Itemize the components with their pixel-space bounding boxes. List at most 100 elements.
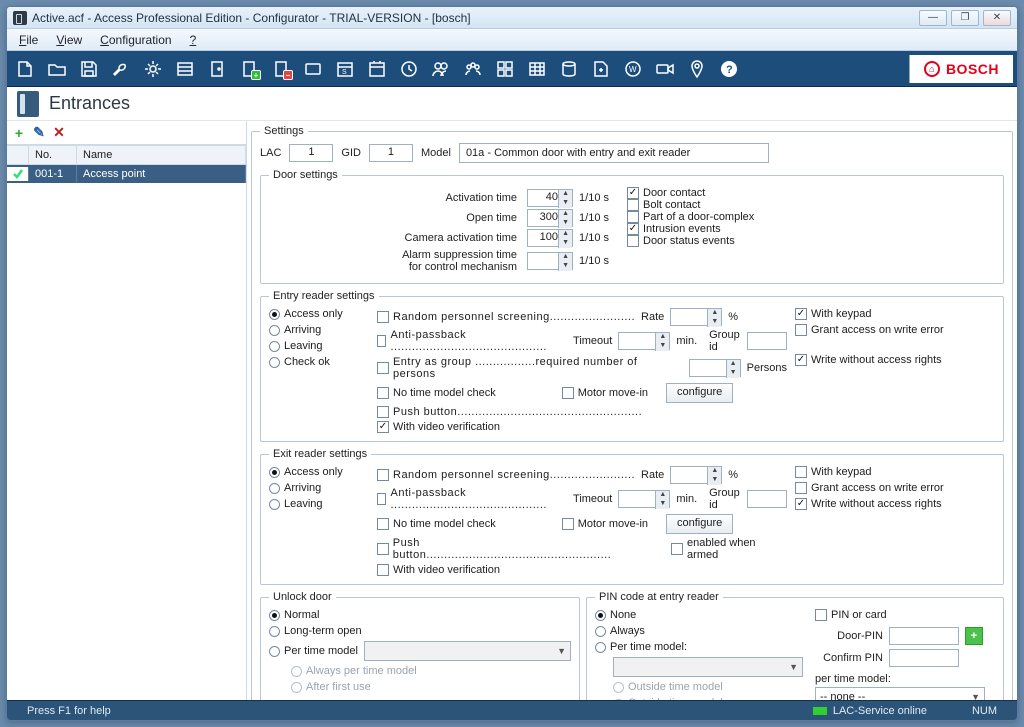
exit-configure-button[interactable]: configure	[666, 514, 733, 534]
svg-text:W: W	[629, 65, 637, 74]
pin-always-radio[interactable]: Always	[595, 625, 803, 637]
close-button[interactable]: ✕	[983, 10, 1011, 26]
entry-grant-checkbox[interactable]: Grant access on write error	[795, 324, 995, 336]
exit-leaving-radio[interactable]: Leaving	[269, 498, 369, 510]
tb-door-icon[interactable]	[203, 56, 231, 82]
menu-configuration[interactable]: Configuration	[92, 31, 179, 49]
delete-entrance-button[interactable]: ✕	[51, 125, 67, 141]
exit-random-checkbox[interactable]: Random personnel screening..............…	[377, 469, 635, 481]
confirm-pin-field[interactable]	[889, 649, 959, 667]
exit-keypad-checkbox[interactable]: With keypad	[795, 466, 995, 478]
entry-rate-field[interactable]: ▲▼	[670, 308, 722, 326]
tb-new-icon[interactable]	[11, 56, 39, 82]
exit-grant-checkbox[interactable]: Grant access on write error	[795, 482, 995, 494]
exit-apb-checkbox[interactable]: Anti-passback ..........................…	[377, 487, 567, 511]
add-pin-button[interactable]: +	[965, 627, 983, 645]
tb-open-icon[interactable]	[43, 56, 71, 82]
exit-motor-checkbox[interactable]: Motor move-in	[562, 518, 648, 530]
entry-ntm-checkbox[interactable]: No time model check	[377, 387, 496, 399]
door-contact-checkbox[interactable]: Door contact	[627, 187, 995, 199]
tb-camera-icon[interactable]	[651, 56, 679, 82]
exit-groupid-field[interactable]	[747, 490, 787, 508]
intrusion-events-checkbox[interactable]: Intrusion events	[627, 223, 995, 235]
entry-random-checkbox[interactable]: Random personnel screening..............…	[377, 311, 635, 323]
tb-clock-icon[interactable]	[395, 56, 423, 82]
bolt-contact-checkbox[interactable]: Bolt contact	[627, 199, 995, 211]
pin-time-model-select[interactable]: -- none --▼	[815, 687, 985, 700]
door-complex-checkbox[interactable]: Part of a door-complex	[627, 211, 995, 223]
activation-time-field[interactable]: 40▲▼	[527, 189, 573, 207]
edit-entrance-button[interactable]: ✎	[31, 125, 47, 141]
door-settings-group: Door settings Activation time 40▲▼ 1/10 …	[260, 169, 1004, 284]
lac-field[interactable]: 1	[289, 144, 333, 162]
entry-leaving-radio[interactable]: Leaving	[269, 340, 369, 352]
entry-checkok-radio[interactable]: Check ok	[269, 356, 369, 368]
exit-access-only-radio[interactable]: Access only	[269, 466, 369, 478]
exit-rate-field[interactable]: ▲▼	[670, 466, 722, 484]
entry-push-checkbox[interactable]: Push button.............................…	[377, 406, 642, 418]
status-help: Press F1 for help	[15, 705, 123, 717]
menu-help[interactable]: ?	[182, 31, 205, 49]
gid-field[interactable]: 1	[369, 144, 413, 162]
tb-door-add-icon[interactable]: +	[235, 56, 263, 82]
entry-timeout-field[interactable]: ▲▼	[618, 332, 670, 350]
tb-save-icon[interactable]	[75, 56, 103, 82]
table-row[interactable]: 001-1 Access point	[7, 165, 246, 183]
entry-arriving-radio[interactable]: Arriving	[269, 324, 369, 336]
exit-write-checkbox[interactable]: Write without access rights	[795, 498, 995, 510]
add-entrance-button[interactable]: +	[11, 125, 27, 141]
tb-grid-icon[interactable]	[491, 56, 519, 82]
tb-users-icon[interactable]	[427, 56, 455, 82]
exit-video-checkbox[interactable]: With video verification	[377, 564, 500, 576]
tb-db-icon[interactable]	[555, 56, 583, 82]
pin-none-radio[interactable]: None	[595, 609, 803, 621]
entry-groupid-field[interactable]	[747, 332, 787, 350]
tb-wrench-icon[interactable]	[107, 56, 135, 82]
tb-export-icon[interactable]	[587, 56, 615, 82]
entry-video-checkbox[interactable]: With video verification	[377, 421, 500, 433]
entry-reader-group: Entry reader settings Access only Arrivi…	[260, 290, 1004, 442]
entry-persons-field[interactable]: ▲▼	[689, 359, 741, 377]
tb-group-icon[interactable]	[459, 56, 487, 82]
door-pin-field[interactable]	[889, 627, 959, 645]
minimize-button[interactable]: —	[919, 10, 947, 26]
tb-map-pin-icon[interactable]	[683, 56, 711, 82]
alarm-suppression-field[interactable]: ▲▼	[527, 252, 573, 270]
model-field[interactable]: 01a - Common door with entry and exit re…	[459, 143, 769, 163]
tb-schedule-icon[interactable]: S	[331, 56, 359, 82]
tb-door-del-icon[interactable]: −	[267, 56, 295, 82]
unlock-normal-radio[interactable]: Normal	[269, 609, 571, 621]
entry-configure-button[interactable]: configure	[666, 383, 733, 403]
unlock-ptm-radio[interactable]: Per time model	[269, 645, 358, 657]
pin-ptm-select[interactable]: ▼	[613, 657, 803, 677]
entry-keypad-checkbox[interactable]: With keypad	[795, 308, 995, 320]
open-time-field[interactable]: 300▲▼	[527, 209, 573, 227]
tb-list-icon[interactable]	[171, 56, 199, 82]
camera-time-field[interactable]: 100▲▼	[527, 229, 573, 247]
menu-view[interactable]: View	[48, 31, 90, 49]
entry-group-checkbox[interactable]: Entry as group .................required…	[377, 356, 683, 380]
pin-ptm-radio[interactable]: Per time model:	[595, 641, 803, 653]
unlock-ptm-select[interactable]: ▼	[364, 641, 571, 661]
tb-help-icon[interactable]: ?	[715, 56, 743, 82]
exit-push-checkbox[interactable]: Push button.............................…	[377, 537, 635, 561]
entry-access-only-radio[interactable]: Access only	[269, 308, 369, 320]
exit-arriving-radio[interactable]: Arriving	[269, 482, 369, 494]
maximize-button[interactable]: ❐	[951, 10, 979, 26]
unlock-lt-radio[interactable]: Long-term open	[269, 625, 571, 637]
tb-table-icon[interactable]	[523, 56, 551, 82]
door-status-events-checkbox[interactable]: Door status events	[627, 235, 995, 247]
tb-word-icon[interactable]: W	[619, 56, 647, 82]
svg-text:S: S	[342, 69, 347, 76]
entry-write-checkbox[interactable]: Write without access rights	[795, 354, 995, 366]
tb-card-icon[interactable]	[299, 56, 327, 82]
tb-config-icon[interactable]	[139, 56, 167, 82]
exit-armed-checkbox[interactable]: enabled when armed	[671, 537, 787, 561]
tb-calendar-icon[interactable]	[363, 56, 391, 82]
entry-motor-checkbox[interactable]: Motor move-in	[562, 387, 648, 399]
menu-file[interactable]: File	[11, 31, 46, 49]
pin-or-card-checkbox[interactable]: PIN or card	[815, 609, 995, 621]
exit-ntm-checkbox[interactable]: No time model check	[377, 518, 496, 530]
entry-apb-checkbox[interactable]: Anti-passback ..........................…	[377, 329, 567, 353]
exit-timeout-field[interactable]: ▲▼	[618, 490, 670, 508]
